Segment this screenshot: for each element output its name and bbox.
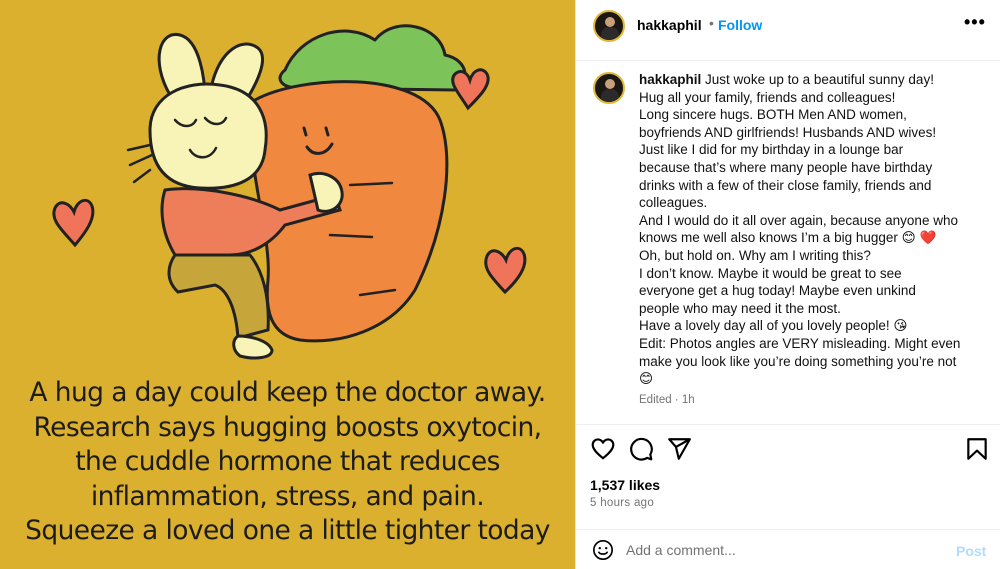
caption-line: drinks with a few of their close family,… bbox=[639, 177, 932, 193]
comment-icon[interactable] bbox=[628, 436, 654, 462]
post-image[interactable]: A hug a day could keep the doctor away. … bbox=[0, 0, 575, 569]
bunny-pants bbox=[167, 253, 270, 340]
separator-dot: • bbox=[709, 15, 714, 31]
carrot-leaves bbox=[278, 24, 467, 92]
caption-line: 😊 bbox=[639, 371, 654, 387]
caption-line: boyfriends AND girlfriends! Husbands AND… bbox=[639, 124, 937, 140]
caption-first-line: hakkaphil Just woke up to a beautiful su… bbox=[639, 71, 989, 89]
caption-line: Oh, but hold on. Why am I writing this? bbox=[639, 247, 871, 263]
image-caption-line: Squeeze a loved one a little tighter tod… bbox=[25, 515, 550, 546]
share-icon[interactable] bbox=[666, 436, 692, 462]
caption-line: Edit: Photos angles are VERY misleading.… bbox=[639, 335, 961, 351]
image-caption: A hug a day could keep the doctor away. … bbox=[0, 376, 575, 549]
caption-line: Just like I did for my birthday in a lou… bbox=[639, 142, 904, 158]
bunny-foot bbox=[232, 334, 274, 360]
post-comment-button[interactable]: Post bbox=[956, 543, 986, 559]
caption-line: Just woke up to a beautiful sunny day! bbox=[705, 72, 934, 87]
caption-line: Hug all your family, friends and colleag… bbox=[639, 89, 896, 105]
author-username[interactable]: hakkaphil bbox=[637, 17, 702, 33]
caption-line: because that’s where many people have bi… bbox=[639, 159, 933, 175]
header-divider bbox=[576, 60, 1000, 61]
heart-icon[interactable] bbox=[590, 436, 616, 462]
comment-input[interactable] bbox=[626, 538, 926, 562]
image-caption-line: Research says hugging boosts oxytocin, bbox=[33, 411, 543, 443]
caption-line: I don’t know. Maybe it would be great to… bbox=[639, 265, 902, 281]
more-options-icon[interactable]: ••• bbox=[964, 12, 986, 33]
caption-text: hakkaphil Just woke up to a beautiful su… bbox=[639, 71, 989, 388]
caption-line: Long sincere hugs. BOTH Men AND women, bbox=[639, 107, 907, 123]
edited-timestamp: Edited · 1h bbox=[639, 394, 695, 406]
post-time[interactable]: 5 hours ago bbox=[590, 497, 654, 509]
image-caption-line: the cuddle hormone that reduces bbox=[75, 446, 500, 477]
caption-line: And I would do it all over again, becaus… bbox=[639, 212, 958, 228]
comment-bar: Post bbox=[576, 530, 1000, 569]
likes-count[interactable]: 1,537 likes bbox=[590, 477, 660, 493]
caption-username[interactable]: hakkaphil bbox=[639, 72, 701, 87]
image-caption-line: A hug a day could keep the doctor away. bbox=[29, 377, 546, 408]
post-panel: hakkaphil • Follow ••• hakkaphil Just wo… bbox=[576, 0, 1000, 569]
caption-line: Have a lovely day all of you lovely peop… bbox=[639, 318, 908, 334]
follow-button[interactable]: Follow bbox=[718, 17, 762, 33]
bookmark-icon[interactable] bbox=[964, 436, 990, 462]
caption-line: everyone get a hug today! Maybe even unk… bbox=[639, 283, 916, 299]
caption-author-avatar[interactable] bbox=[593, 72, 625, 104]
author-avatar[interactable] bbox=[593, 10, 625, 42]
caption-line: make you look like you’re doing somethin… bbox=[639, 353, 957, 369]
caption-line: people who may need it the most. bbox=[639, 300, 841, 316]
caption-line: knows me well also knows I’m a big hugge… bbox=[639, 230, 937, 246]
post-header: hakkaphil • Follow ••• bbox=[576, 0, 1000, 52]
actions-divider bbox=[576, 424, 1000, 425]
image-caption-line: inflammation, stress, and pain. bbox=[90, 480, 485, 512]
bunny-head bbox=[148, 82, 268, 190]
caption-line: colleagues. bbox=[639, 195, 708, 211]
action-bar bbox=[576, 432, 1000, 468]
emoji-icon[interactable] bbox=[592, 539, 614, 561]
